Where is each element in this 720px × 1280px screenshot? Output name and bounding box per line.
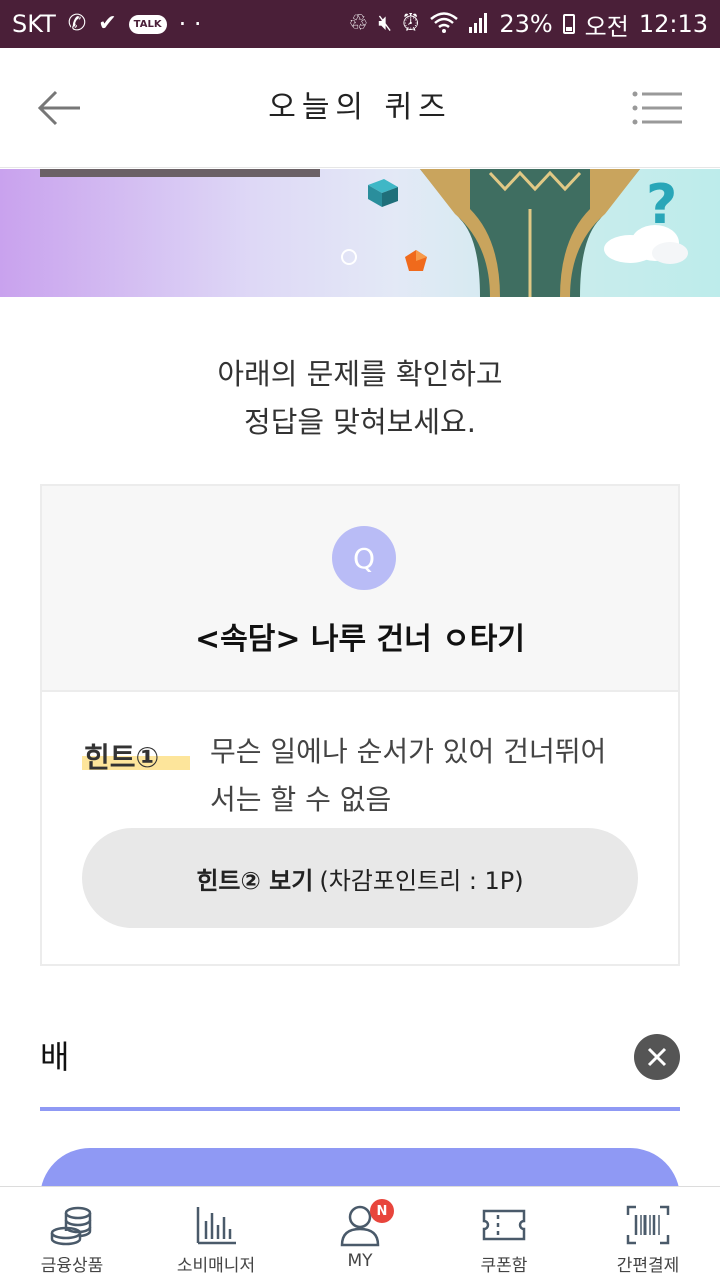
alarm-icon: ⏰︎ xyxy=(402,11,420,36)
question-text: <속담> 나루 건너 ㅇ타기 xyxy=(194,622,525,657)
more-notifications-dots: · · xyxy=(178,10,202,38)
nav-label-easy-payment: 간편결제 xyxy=(616,1256,680,1276)
status-bar: SKT ✆ ✔ TALK · · ♲ 🔇︎ ⏰︎ 23% 오전 12:13 xyxy=(0,0,720,48)
barcode-icon xyxy=(626,1205,670,1245)
instruction-line-2: 정답을 맞혀보세요. xyxy=(244,405,476,439)
answer-input[interactable] xyxy=(40,1020,620,1090)
battery-icon xyxy=(562,14,575,34)
nav-label-coupon-box: 쿠폰함 xyxy=(480,1256,528,1276)
hint1-text: 무슨 일에나 순서가 있어 건너뛰어 서는 할 수 없음 xyxy=(210,735,607,816)
nav-label-spending-manager: 소비매니저 xyxy=(176,1256,256,1276)
clear-input-button[interactable] xyxy=(634,1034,680,1080)
instruction-line-1: 아래의 문제를 확인하고 xyxy=(217,357,503,391)
quiz-banner: ? xyxy=(0,169,720,297)
cube-decoration-icon xyxy=(368,179,398,207)
signal-icon xyxy=(469,11,489,38)
close-icon xyxy=(647,1047,667,1067)
nav-item-easy-payment[interactable]: 간편결제 xyxy=(576,1187,720,1280)
svg-text:?: ? xyxy=(646,173,677,233)
input-underline xyxy=(40,1107,680,1111)
menu-button[interactable] xyxy=(632,88,684,128)
banner-pager-dot xyxy=(341,249,357,265)
battery-percent: 23% xyxy=(499,10,553,38)
kakaotalk-icon: TALK xyxy=(128,14,167,34)
mute-icon: 🔇︎ xyxy=(378,11,393,36)
wifi-icon xyxy=(429,11,459,38)
carrier-label: SKT xyxy=(12,10,56,38)
page-title: 오늘의 퀴즈 xyxy=(268,90,452,125)
quiz-card: Q <속담> 나루 건너 ㅇ타기 힌트① 무슨 일에나 순서가 있어 건너뛰어 … xyxy=(40,484,680,966)
question-mark-icon: ? xyxy=(646,173,677,233)
new-notification-badge: N xyxy=(370,1199,394,1223)
nav-item-financial-products[interactable]: 금융상품 xyxy=(0,1187,144,1280)
volte-icon: ✆ xyxy=(67,11,87,36)
clock-time: 12:13 xyxy=(638,10,708,38)
coins-icon xyxy=(50,1206,92,1246)
recycle-icon: ♲ xyxy=(348,11,369,36)
instruction-text: 아래의 문제를 확인하고 정답을 맞혀보세요. xyxy=(0,350,720,446)
question-section: Q <속담> 나루 건너 ㅇ타기 xyxy=(42,486,678,692)
nav-label-financial-products: 금융상품 xyxy=(40,1256,104,1276)
bar-chart-icon xyxy=(196,1207,236,1245)
nav-label-my: MY xyxy=(347,1251,373,1271)
question-badge: Q xyxy=(332,526,396,590)
clock-ampm: 오전 xyxy=(584,12,629,41)
hamburger-menu-icon xyxy=(632,91,682,125)
hint2-button-cost: (차감포인트리 : 1P) xyxy=(319,866,524,895)
nav-item-my[interactable]: N MY xyxy=(288,1187,432,1280)
show-hint2-button[interactable]: 힌트② 보기 (차감포인트리 : 1P) xyxy=(82,828,638,928)
bottom-navigation: 금융상품 소비매니저 N MY 쿠폰함 간편결제 xyxy=(0,1186,720,1280)
check-notification-icon: ✔ xyxy=(98,11,117,36)
nav-item-spending-manager[interactable]: 소비매니저 xyxy=(144,1187,288,1280)
app-header: 오늘의 퀴즈 xyxy=(0,48,720,168)
hint1-label: 힌트① xyxy=(84,741,160,774)
hint2-button-label: 힌트② 보기 xyxy=(196,866,314,895)
nav-item-coupon-box[interactable]: 쿠폰함 xyxy=(432,1187,576,1280)
ticket-icon xyxy=(482,1209,526,1241)
banner-title-fragment xyxy=(40,169,320,177)
